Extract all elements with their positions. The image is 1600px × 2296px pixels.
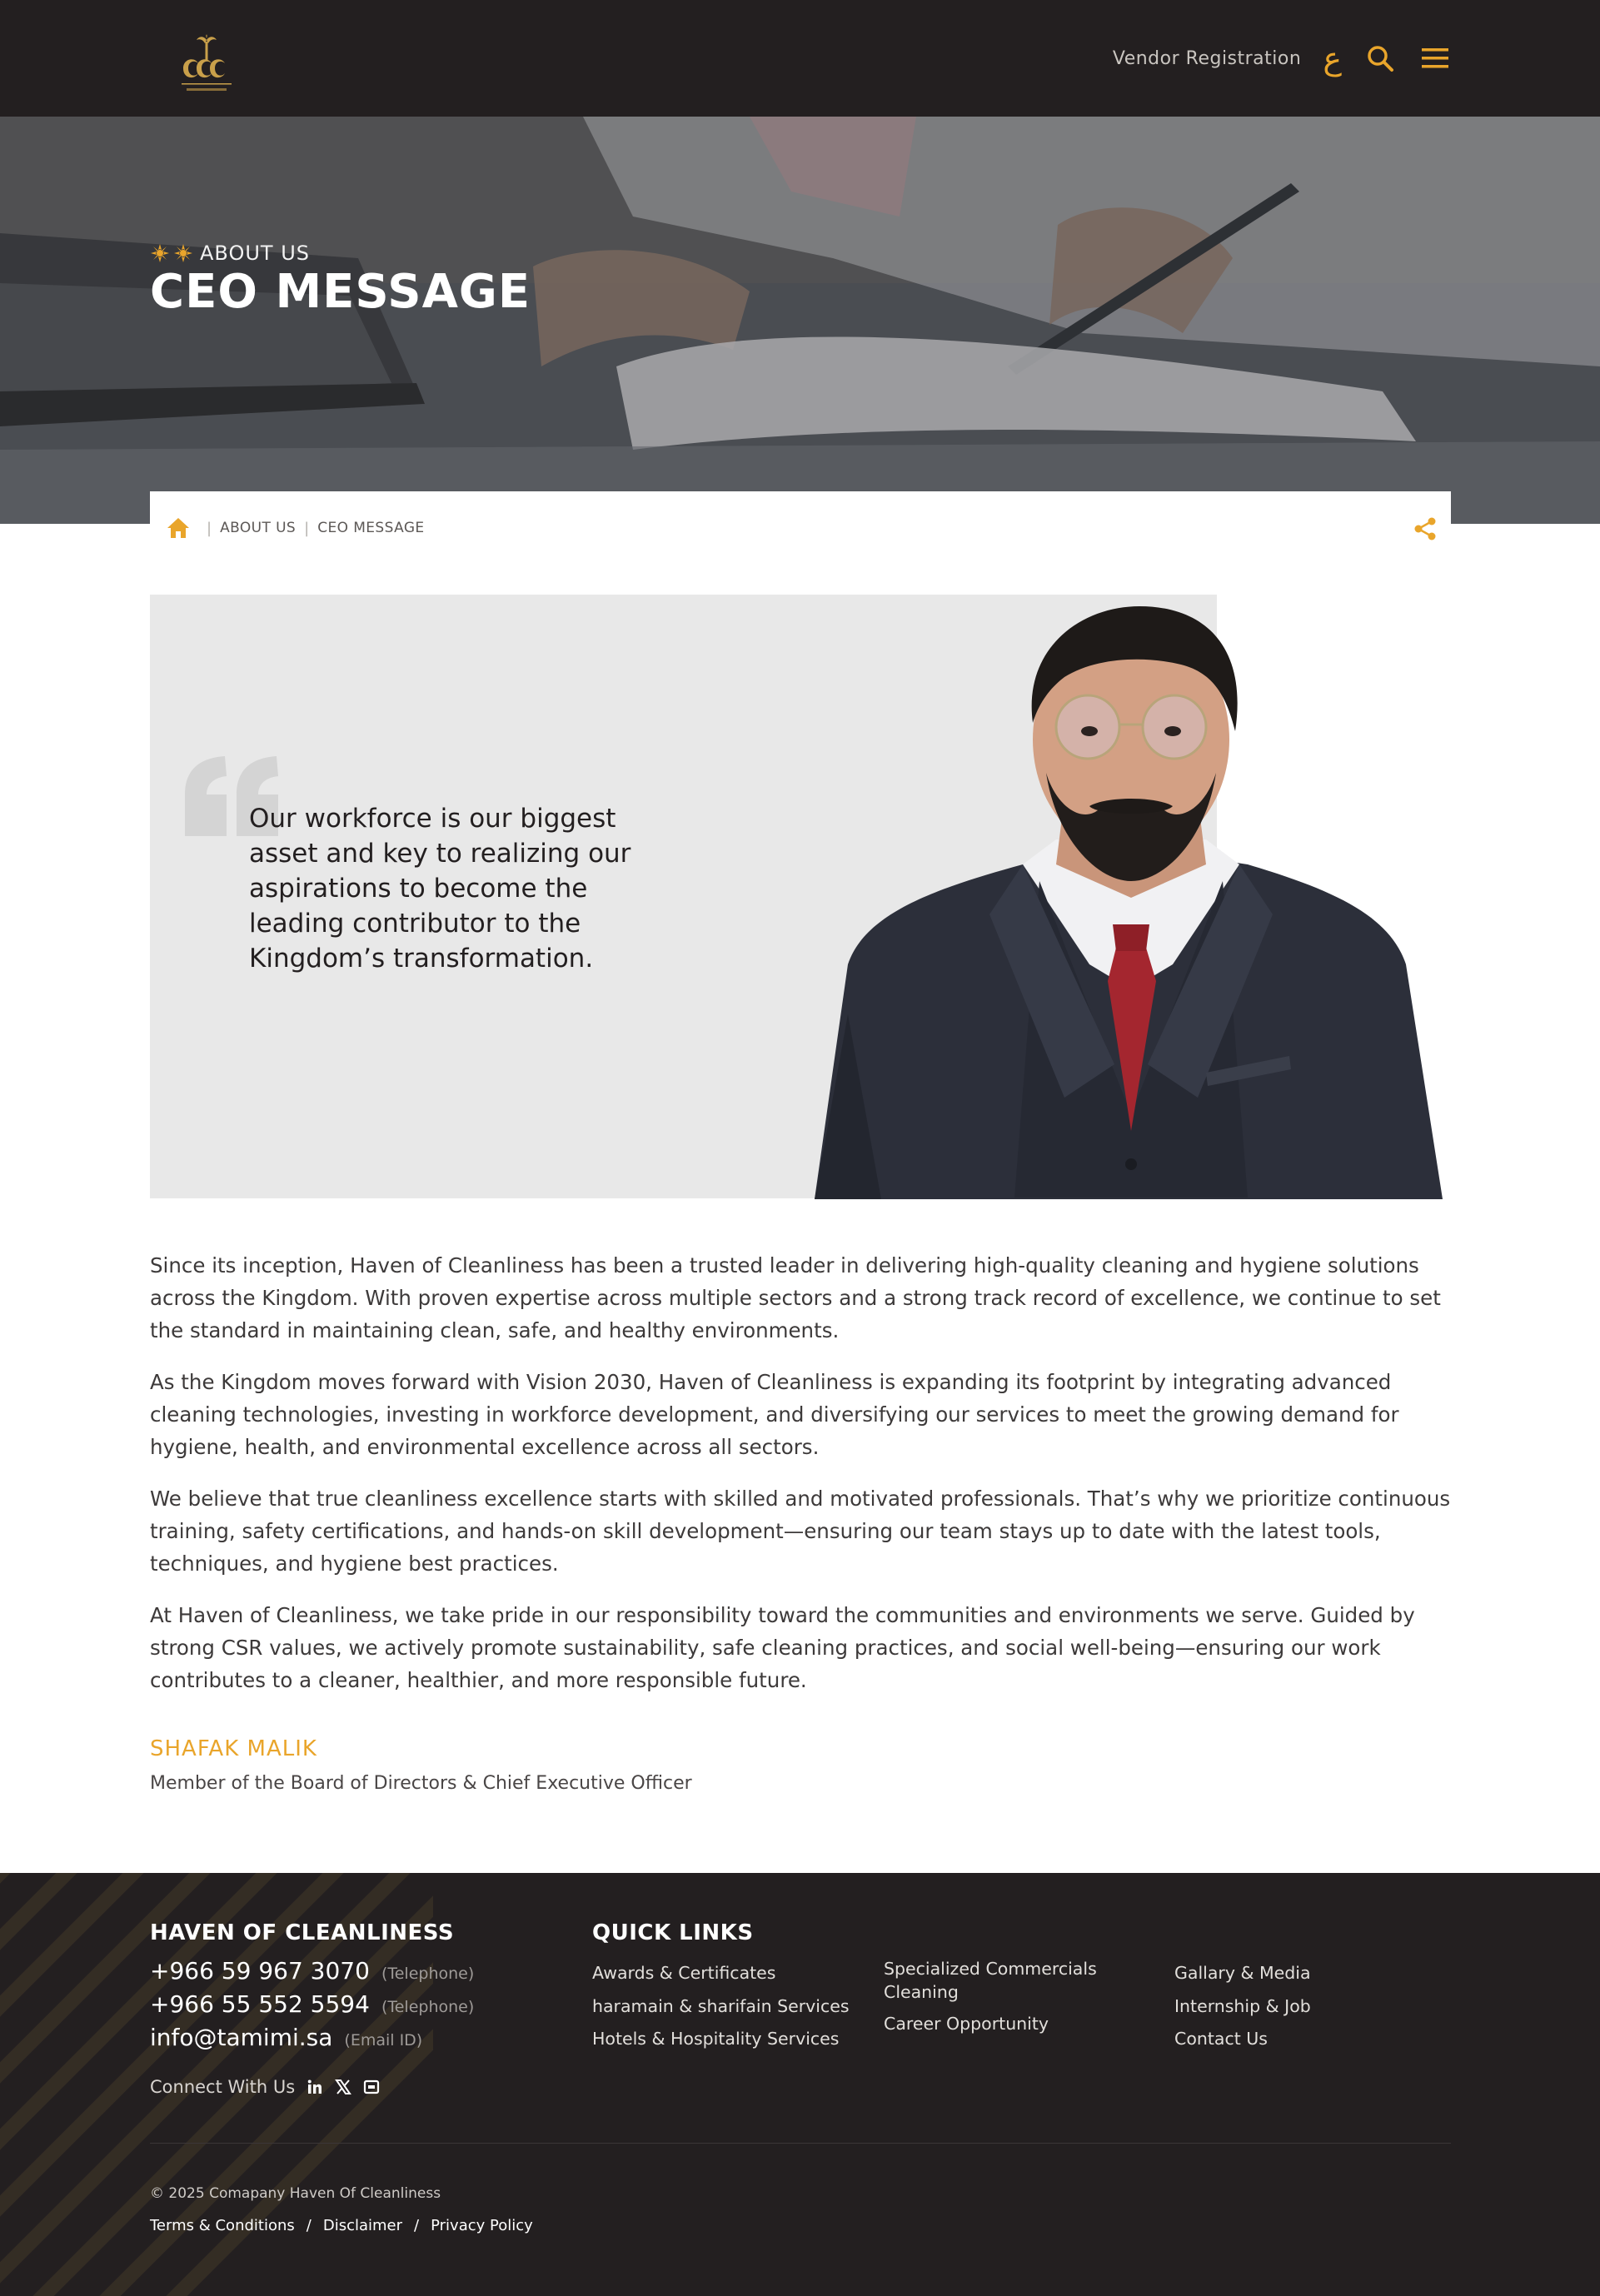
email-address[interactable]: info@tamimi.sa: [150, 2024, 332, 2051]
flower-icon: [151, 244, 192, 262]
breadcrumb-separator: |: [207, 519, 212, 537]
phone-number[interactable]: +966 55 552 5594: [150, 1990, 370, 2018]
disclaimer-link[interactable]: Disclaimer: [323, 2217, 402, 2234]
quick-link[interactable]: Gallary & Media: [1174, 1961, 1311, 1985]
contact-email: info@tamimi.sa (Email ID): [150, 2024, 422, 2051]
ceo-quote-text: Our workforce is our biggest asset and k…: [249, 804, 631, 974]
x-twitter-icon[interactable]: [335, 2079, 352, 2095]
contact-phone-1: +966 59 967 3070 (Telephone): [150, 1957, 474, 1985]
message-paragraph: We believe that true cleanliness excelle…: [150, 1487, 1451, 1576]
quick-links-title: QUICK LINKS: [592, 1920, 754, 1945]
copyright-text: © 2025 Comapany Haven Of Cleanliness: [150, 2185, 441, 2202]
terms-link[interactable]: Terms & Conditions: [150, 2217, 295, 2234]
contact-type-label: (Telephone): [381, 1998, 475, 2016]
message-paragraph: At Haven of Cleanliness, we take pride i…: [150, 1603, 1415, 1692]
legal-links: Terms & Conditions / Disclaimer / Privac…: [150, 2217, 533, 2234]
breadcrumb-ceo-message[interactable]: CEO MESSAGE: [317, 520, 424, 536]
phone-number[interactable]: +966 59 967 3070: [150, 1957, 370, 1985]
linkedin-icon[interactable]: [307, 2079, 323, 2095]
ceo-message-body: Since its inception, Haven of Cleanlines…: [150, 1249, 1451, 1716]
site-header: Vendor Registration ع: [0, 0, 1600, 117]
ceo-portrait-image: [815, 606, 1443, 1199]
signer-name: SHAFAK MALIK: [150, 1736, 317, 1761]
language-toggle[interactable]: ع: [1323, 42, 1342, 74]
hero-eyebrow-text: ABOUT US: [200, 242, 311, 265]
search-icon[interactable]: [1363, 42, 1397, 75]
video-icon[interactable]: [363, 2079, 380, 2095]
message-paragraph: As the Kingdom moves forward with Vision…: [150, 1370, 1399, 1459]
header-nav: Vendor Registration ع: [1113, 38, 1452, 78]
quick-link[interactable]: Specialized Commercials Cleaning: [884, 1957, 1125, 2004]
home-icon[interactable]: [167, 516, 190, 540]
quick-link[interactable]: Contact Us: [1174, 2027, 1268, 2050]
hero-banner: [0, 117, 1600, 524]
quick-link[interactable]: Internship & Job: [1174, 1995, 1311, 2018]
legal-separator: /: [306, 2217, 312, 2234]
privacy-policy-link[interactable]: Privacy Policy: [431, 2217, 533, 2234]
quick-link[interactable]: Career Opportunity: [884, 2012, 1049, 2035]
quick-link[interactable]: Awards & Certificates: [592, 1961, 775, 1985]
message-paragraph: Since its inception, Haven of Cleanlines…: [150, 1253, 1441, 1342]
company-logo[interactable]: [167, 33, 247, 108]
hero-eyebrow: ABOUT US: [150, 242, 310, 265]
breadcrumb-about-us[interactable]: ABOUT US: [220, 520, 296, 536]
share-icon[interactable]: [1413, 516, 1438, 541]
breadcrumb-separator: |: [304, 519, 310, 537]
signer-role: Member of the Board of Directors & Chief…: [150, 1773, 692, 1794]
legal-separator: /: [414, 2217, 420, 2234]
page-title: CEO MESSAGE: [150, 265, 531, 319]
quick-link[interactable]: Hotels & Hospitality Services: [592, 2027, 839, 2050]
footer-divider: [150, 2143, 1451, 2144]
quick-link[interactable]: haramain & sharifain Services: [592, 1995, 850, 2018]
contact-type-label: (Email ID): [344, 2031, 423, 2049]
breadcrumb: | ABOUT US | CEO MESSAGE: [150, 491, 1451, 565]
social-connect: Connect With Us: [150, 2077, 380, 2097]
connect-label: Connect With Us: [150, 2077, 296, 2097]
contact-phone-2: +966 55 552 5594 (Telephone): [150, 1990, 474, 2018]
footer-company-title: HAVEN OF CLEANLINESS: [150, 1920, 455, 1945]
vendor-registration-link[interactable]: Vendor Registration: [1113, 48, 1301, 69]
contact-type-label: (Telephone): [381, 1965, 475, 1983]
hero-overlay: [0, 117, 1600, 524]
hamburger-menu-icon[interactable]: [1418, 42, 1452, 75]
